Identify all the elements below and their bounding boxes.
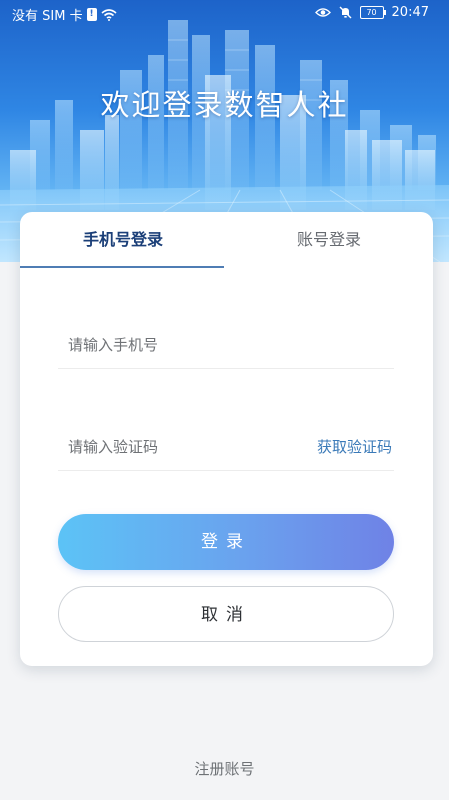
battery-icon: 70 bbox=[359, 6, 386, 19]
bell-muted-icon bbox=[339, 6, 352, 19]
verification-code-input[interactable] bbox=[66, 432, 280, 462]
active-tab-indicator bbox=[20, 266, 224, 268]
welcome-title: 欢迎登录数智人社 bbox=[100, 88, 349, 122]
phone-input[interactable] bbox=[66, 330, 280, 360]
login-card: 手机号登录 账号登录 获取验证码 登录 取消 bbox=[20, 212, 433, 666]
get-code-button[interactable]: 获取验证码 bbox=[317, 436, 392, 457]
login-tabs: 手机号登录 账号登录 bbox=[20, 212, 433, 268]
tab-phone-login[interactable]: 手机号登录 bbox=[20, 212, 226, 268]
eye-comfort-icon bbox=[314, 8, 331, 17]
cancel-button[interactable]: 取消 bbox=[58, 586, 394, 642]
status-left: 没有 SIM 卡 ! bbox=[12, 5, 117, 24]
tab-account-login[interactable]: 账号登录 bbox=[226, 212, 432, 268]
clock-text: 20:47 bbox=[391, 5, 429, 20]
code-field: 获取验证码 bbox=[58, 420, 394, 471]
phone-field bbox=[58, 318, 394, 369]
status-right: 70 20:47 bbox=[314, 5, 429, 20]
status-bar: 没有 SIM 卡 ! 70 20:47 bbox=[0, 0, 449, 26]
register-account-link[interactable]: 注册账号 bbox=[0, 758, 449, 779]
wifi-icon bbox=[101, 8, 117, 21]
login-button[interactable]: 登录 bbox=[58, 514, 394, 570]
sim-card-icon: ! bbox=[86, 8, 97, 21]
carrier-text: 没有 SIM 卡 bbox=[12, 9, 83, 24]
